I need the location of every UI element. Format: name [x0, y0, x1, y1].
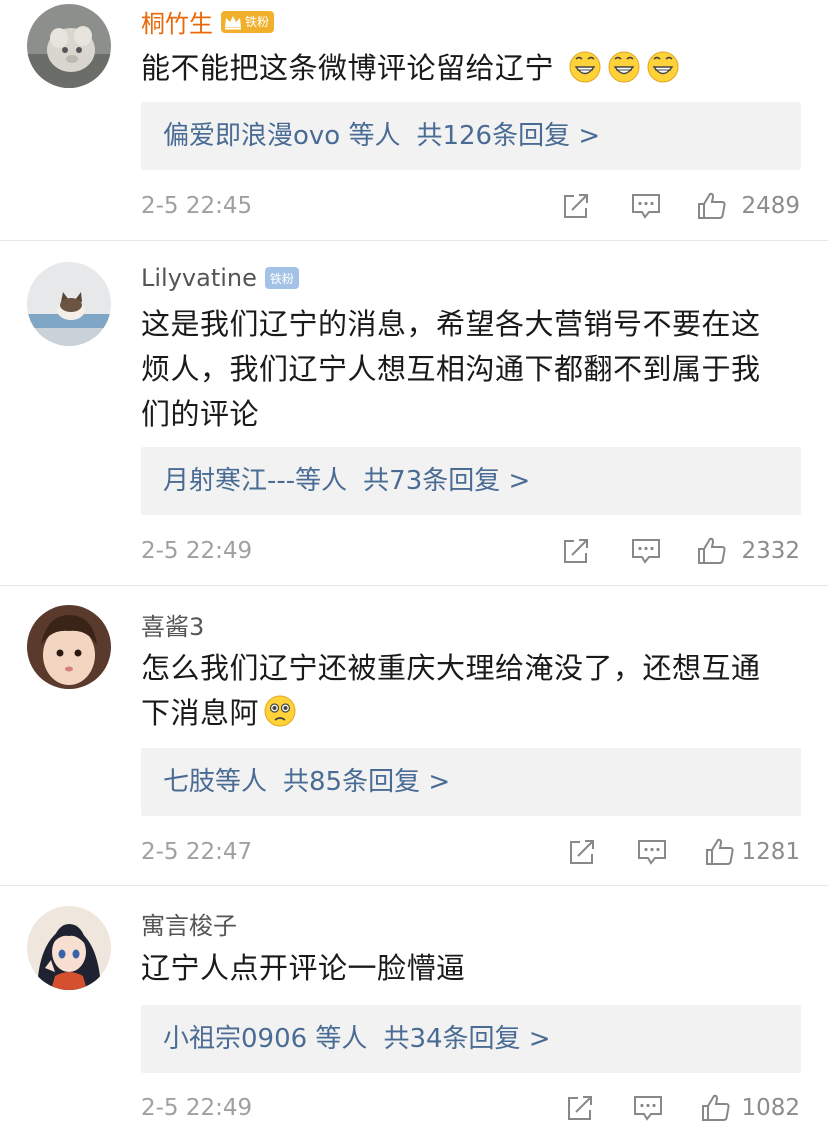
avatar[interactable] [27, 4, 111, 88]
comment-text-line: 下消息阿 [141, 696, 260, 730]
comment-meta: 2-5 22:49 2332 [0, 531, 828, 571]
comment-icon[interactable] [636, 836, 668, 868]
comment-meta: 2-5 22:49 1082 [0, 1088, 828, 1127]
comment-text-content: 能不能把这条微博评论留给辽宁 [141, 51, 555, 85]
pitiful-emoji [264, 695, 296, 727]
reply-count: 共34条回复 > [383, 1024, 551, 1054]
reply-count: 共85条回复 > [283, 767, 451, 797]
avatar[interactable] [27, 262, 111, 346]
reply-users: 七肢等人 [163, 767, 268, 797]
grin-emoji [569, 51, 601, 83]
username-text: Lilyvatine [141, 264, 257, 292]
avatar[interactable] [27, 605, 111, 689]
comment-icon[interactable] [632, 1092, 664, 1124]
comment-text-line: 这是我们辽宁的消息，希望各大营销号不要在这 [141, 307, 761, 341]
comment-text: 这是我们辽宁的消息，希望各大营销号不要在这 烦人，我们辽宁人想互相沟通下都翻不到… [141, 302, 801, 437]
thumbs-up-icon[interactable] [696, 190, 728, 222]
comment-text: 能不能把这条微博评论留给辽宁 [141, 46, 801, 91]
comment-text-line: 怎么我们辽宁还被重庆大理给淹没了，还想互通 [141, 651, 761, 685]
username[interactable]: 喜酱3 [141, 607, 204, 642]
repost-icon[interactable] [566, 836, 598, 868]
reply-summary[interactable]: 月射寒江---等人 共73条回复 > [141, 447, 801, 515]
like-count: 1281 [741, 839, 800, 865]
reply-users: 小祖宗0906 等人 [163, 1024, 368, 1054]
comment-icon[interactable] [630, 535, 662, 567]
username[interactable]: 寓言梭子 [141, 906, 237, 941]
divider [0, 885, 828, 886]
timestamp: 2-5 22:49 [141, 538, 253, 564]
repost-icon[interactable] [564, 1092, 596, 1124]
fan-badge: 铁粉 [221, 10, 275, 33]
comment-text: 怎么我们辽宁还被重庆大理给淹没了，还想互通 下消息阿 [141, 646, 801, 736]
comment-text: 辽宁人点开评论一脸懵逼 [141, 946, 801, 991]
avatar[interactable] [27, 906, 111, 990]
thumbs-up-icon[interactable] [704, 836, 736, 868]
reply-summary[interactable]: 小祖宗0906 等人 共34条回复 > [141, 1005, 801, 1073]
username-text: 桐竹生 [141, 10, 213, 38]
username[interactable]: Lilyvatine 铁粉 [141, 264, 299, 292]
fan-badge: 铁粉 [264, 267, 299, 289]
comment-text-line: 们的评论 [141, 397, 260, 431]
timestamp: 2-5 22:49 [141, 1095, 253, 1121]
divider [0, 585, 828, 586]
repost-icon[interactable] [560, 190, 592, 222]
reply-summary[interactable]: 七肢等人 共85条回复 > [141, 748, 801, 816]
divider [0, 240, 828, 241]
username-text: 喜酱3 [141, 613, 205, 641]
reply-summary[interactable]: 偏爱即浪漫ovo 等人 共126条回复 > [141, 102, 801, 170]
comment-text-line-with-emoji: 下消息阿 [141, 691, 801, 736]
username[interactable]: 桐竹生 铁粉 [141, 4, 275, 39]
grin-emoji [608, 51, 640, 83]
username-text: 寓言梭子 [141, 912, 237, 940]
reply-users: 月射寒江---等人 [163, 466, 348, 496]
reply-count: 共126条回复 > [416, 121, 601, 151]
like-count: 1082 [741, 1095, 800, 1121]
thumbs-up-icon[interactable] [696, 535, 728, 567]
timestamp: 2-5 22:47 [141, 839, 253, 865]
reply-users: 偏爱即浪漫ovo 等人 [163, 121, 401, 151]
badge-text: 铁粉 [245, 15, 270, 29]
timestamp: 2-5 22:45 [141, 193, 253, 219]
thumbs-up-icon[interactable] [700, 1092, 732, 1124]
comment-icon[interactable] [630, 190, 662, 222]
comment-meta: 2-5 22:47 1281 [0, 832, 828, 872]
like-count: 2332 [741, 538, 800, 564]
grin-emoji [647, 51, 679, 83]
crown-icon [225, 15, 241, 29]
like-count: 2489 [741, 193, 800, 219]
reply-count: 共73条回复 > [363, 466, 531, 496]
badge-text: 铁粉 [269, 271, 294, 286]
comment-meta: 2-5 22:45 2489 [0, 186, 828, 226]
comment-text-line: 烦人，我们辽宁人想互相沟通下都翻不到属于我 [141, 352, 761, 386]
repost-icon[interactable] [560, 535, 592, 567]
comment-list: 桐竹生 铁粉 能不能把这条微博评论留给辽宁 偏爱即浪漫ovo 等人 共126条回… [0, 0, 828, 1127]
comment-text-content: 辽宁人点开评论一脸懵逼 [141, 951, 466, 985]
